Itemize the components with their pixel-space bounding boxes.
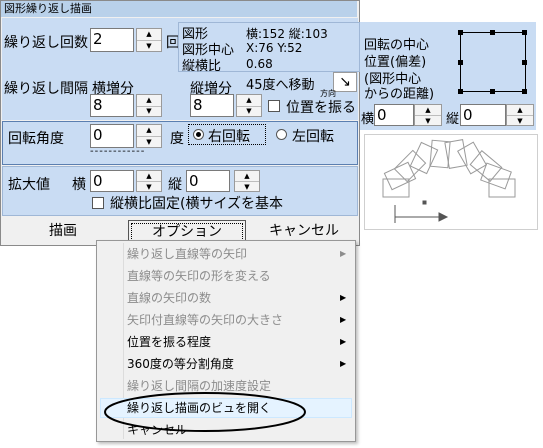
spin-up-icon[interactable]: ▲: [137, 171, 161, 181]
center-v-input[interactable]: 0: [460, 104, 506, 126]
scale-v-input[interactable]: 0: [186, 170, 230, 192]
title-bar: 図形繰り返し描画: [1, 1, 357, 17]
repeat-count-input[interactable]: 2: [90, 28, 134, 52]
menu-item-arrow-count[interactable]: 直線の矢印の数: [127, 288, 347, 308]
spin-up-icon[interactable]: ▲: [507, 105, 533, 115]
interval-h-spinner[interactable]: ▲ ▼: [136, 94, 162, 117]
scale-h-input[interactable]: 0: [90, 170, 134, 192]
spin-down-icon[interactable]: ▼: [137, 40, 161, 52]
center-h-spinner[interactable]: ▲ ▼: [414, 104, 442, 126]
interval-label: 繰り返し間隔: [4, 81, 88, 97]
interval-h-input[interactable]: 8: [90, 94, 134, 117]
aspect-value: 0.68: [246, 57, 273, 71]
spin-up-icon[interactable]: ▲: [235, 171, 259, 181]
spin-up-icon[interactable]: ▲: [137, 125, 161, 136]
spin-down-icon[interactable]: ▼: [137, 105, 161, 118]
handle-top-right[interactable]: [522, 30, 527, 35]
shape-center-text: X:76 Y:52: [246, 41, 303, 55]
keep-aspect-label: 縦横比固定(横サイズを基本: [110, 196, 284, 212]
handle-top-left[interactable]: [458, 30, 463, 35]
interval-v-spinner[interactable]: ▲ ▼: [236, 94, 262, 117]
scale-h-spinner[interactable]: ▲ ▼: [136, 170, 162, 192]
scale-label: 拡大値: [8, 177, 50, 193]
right-rotation-radio[interactable]: [193, 129, 204, 140]
menu-item-arrow-repeat-line[interactable]: 繰り返し直線等の矢印: [127, 244, 347, 264]
spin-up-icon[interactable]: ▲: [137, 29, 161, 40]
spin-up-icon[interactable]: ▲: [415, 105, 441, 115]
repeat-preview-drawing: [382, 139, 516, 223]
annotation-ellipse: [104, 392, 306, 432]
options-focus-rect: [131, 223, 243, 241]
menu-item-arrow-shape[interactable]: 直線等の矢印の形を変える: [127, 266, 347, 286]
swing-position-checkbox[interactable]: [268, 100, 280, 112]
spin-down-icon[interactable]: ▼: [235, 181, 259, 192]
rotation-unit: 度: [170, 131, 184, 147]
rotation-center-selector[interactable]: [460, 32, 526, 92]
rotation-center-line4: からの距離): [364, 87, 435, 102]
swing-position-label: 位置を振る: [286, 100, 356, 116]
handle-top-center[interactable]: [490, 30, 495, 35]
interval-v-input[interactable]: 8: [190, 94, 234, 117]
right-rotation-label: 右回転: [208, 129, 250, 145]
keep-aspect-checkbox[interactable]: [92, 197, 104, 209]
center-v-spinner[interactable]: ▲ ▼: [506, 104, 534, 126]
menu-item-360-division[interactable]: 360度の等分割角度: [127, 354, 347, 374]
center-h-input[interactable]: 0: [374, 104, 414, 126]
rotation-angle-spinner[interactable]: ▲ ▼: [136, 124, 162, 148]
submenu-arrow-icon: ▶: [340, 359, 347, 368]
handle-middle-left[interactable]: [458, 60, 463, 65]
spin-down-icon[interactable]: ▼: [137, 181, 161, 192]
move45-label: 45度へ移動: [246, 78, 315, 93]
preview-panel: [364, 134, 538, 230]
handle-bottom-center[interactable]: [490, 89, 495, 94]
scale-h-label: 横: [72, 177, 86, 193]
left-rotation-radio[interactable]: [276, 129, 287, 140]
center-h-label: 横: [361, 112, 375, 127]
shape-size-text: 横:152 縦:103: [246, 27, 328, 41]
submenu-arrow-icon: ▶: [340, 249, 347, 258]
rotation-angle-input[interactable]: 0: [90, 124, 134, 148]
submenu-arrow-icon: ▶: [340, 293, 347, 302]
diagonal-arrow-icon: ↘: [339, 74, 351, 90]
handle-middle-right[interactable]: [522, 60, 527, 65]
spin-up-icon[interactable]: ▲: [237, 95, 261, 106]
handle-bottom-right[interactable]: [522, 89, 527, 94]
move45-button[interactable]: ↘: [333, 72, 357, 92]
left-rotation-label: 左回転: [292, 129, 334, 145]
menu-item-arrow-size[interactable]: 矢印付直線等の矢印の大きさ: [127, 310, 347, 330]
menu-item-swing-degree[interactable]: 位置を振る程度: [127, 332, 347, 352]
spin-down-icon[interactable]: ▼: [507, 115, 533, 126]
scale-v-spinner[interactable]: ▲ ▼: [234, 170, 260, 192]
repeat-count-spinner[interactable]: ▲ ▼: [136, 28, 162, 52]
repeat-count-label: 繰り返し回数: [4, 35, 88, 51]
center-v-label: 縦: [446, 112, 460, 127]
rotation-label: 回転角度: [8, 131, 64, 147]
rotation-dashes: ------------: [90, 146, 146, 157]
handle-bottom-left[interactable]: [458, 89, 463, 94]
aspect-label: 縦横比: [182, 59, 222, 74]
spin-up-icon[interactable]: ▲: [137, 95, 161, 106]
submenu-arrow-icon: ▶: [340, 315, 347, 324]
scale-v-label: 縦: [168, 177, 182, 193]
spin-down-icon[interactable]: ▼: [415, 115, 441, 126]
window-title: 図形繰り返し描画: [4, 2, 92, 15]
spin-down-icon[interactable]: ▼: [237, 105, 261, 118]
submenu-arrow-icon: ▶: [340, 337, 347, 346]
